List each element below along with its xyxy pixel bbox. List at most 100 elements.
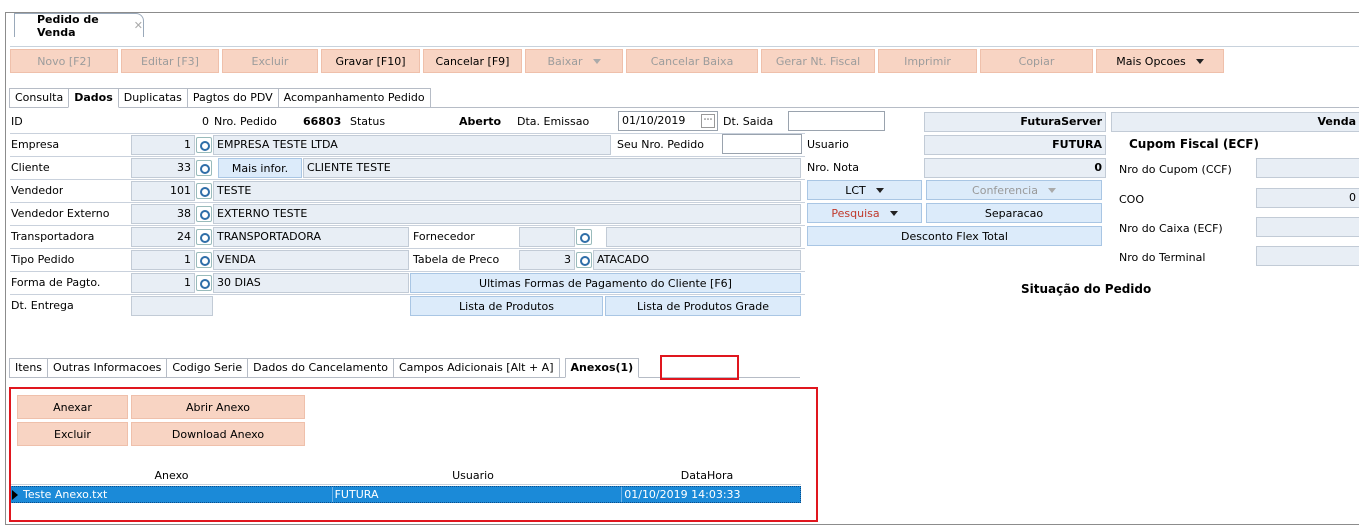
mais-opcoes-button[interactable]: Mais Opcoes	[1096, 49, 1224, 73]
window-frame: Pedido de Venda ✕ Novo [F2] Editar [F3] …	[5, 12, 1359, 525]
pesquisa-label: Pesquisa	[831, 206, 880, 220]
search-icon[interactable]	[196, 229, 212, 245]
lct-label: LCT	[845, 183, 866, 197]
status-value: Aberto	[459, 115, 502, 128]
vendedor-externo-label: Vendedor Externo	[11, 207, 110, 220]
tipo-pedido-label: Tipo Pedido	[11, 253, 75, 266]
search-icon[interactable]	[576, 252, 592, 268]
tab-dados-cancelamento[interactable]: Dados do Cancelamento	[247, 358, 394, 378]
tab-campos-adicionais[interactable]: Campos Adicionais [Alt + A]	[393, 358, 560, 378]
tab-anexos[interactable]: Anexos(1)	[564, 358, 640, 378]
imprimir-button[interactable]: Imprimir	[878, 49, 977, 73]
tabela-preco-code[interactable]: 3	[519, 250, 575, 270]
close-icon[interactable]: ✕	[134, 19, 143, 32]
nro-terminal-label: Nro do Terminal	[1119, 251, 1206, 264]
pesquisa-button[interactable]: Pesquisa	[807, 203, 922, 223]
nro-caixa-label: Nro do Caixa (ECF)	[1119, 222, 1223, 235]
forma-pagto-code[interactable]: 1	[131, 273, 195, 293]
cancelar-button[interactable]: Cancelar [F9]	[423, 49, 522, 73]
dt-entrega-field[interactable]	[131, 296, 213, 316]
dta-emissao-label: Dta. Emissao	[517, 115, 590, 128]
anexos-panel-highlight	[9, 387, 818, 522]
row-divider	[10, 225, 805, 226]
tab-duplicatas[interactable]: Duplicatas	[117, 88, 188, 108]
row-divider	[10, 156, 805, 157]
separacao-button[interactable]: Separacao	[926, 203, 1102, 223]
search-icon[interactable]	[196, 275, 212, 291]
fornecedor-code[interactable]	[519, 227, 575, 247]
cancelar-baixa-button[interactable]: Cancelar Baixa	[626, 49, 758, 73]
calendar-icon[interactable]: ⋯	[701, 114, 715, 128]
tab-codigo-serie[interactable]: Codigo Serie	[166, 358, 249, 378]
dta-emissao-field[interactable]: 01/10/2019 ⋯	[618, 111, 718, 131]
copiar-button[interactable]: Copiar	[980, 49, 1093, 73]
document-tab[interactable]: Pedido de Venda ✕	[14, 12, 144, 39]
cliente-name: CLIENTE TESTE	[303, 158, 801, 178]
excluir-button[interactable]: Excluir	[222, 49, 318, 73]
coo-label: COO	[1119, 193, 1144, 206]
tab-pagtos-pdv[interactable]: Pagtos do PDV	[186, 88, 279, 108]
fornecedor-name	[606, 227, 801, 247]
tipo-pedido-code[interactable]: 1	[131, 250, 195, 270]
lct-button[interactable]: LCT	[807, 180, 922, 200]
main-tabs: Consulta Dados Duplicatas Pagtos do PDV …	[9, 88, 431, 108]
tab-itens[interactable]: Itens	[9, 358, 49, 378]
seu-nro-pedido-label: Seu Nro. Pedido	[617, 138, 705, 151]
dt-entrega-label: Dt. Entrega	[11, 299, 74, 312]
nro-pedido-value: 66803	[303, 115, 342, 128]
tab-dados[interactable]: Dados	[68, 88, 119, 108]
tabela-preco-label: Tabela de Preco	[413, 253, 500, 266]
search-icon[interactable]	[196, 160, 212, 176]
tipo-pedido-name: VENDA	[213, 250, 409, 270]
row-divider	[10, 294, 805, 295]
anexos-tab-highlight	[660, 355, 739, 380]
search-icon[interactable]	[196, 137, 212, 153]
search-icon[interactable]	[196, 183, 212, 199]
empresa-label: Empresa	[11, 138, 60, 151]
dt-saida-field[interactable]	[788, 111, 885, 131]
fornecedor-label: Fornecedor	[413, 230, 475, 243]
cliente-code[interactable]: 33	[131, 158, 195, 178]
seu-nro-pedido-field[interactable]	[722, 134, 802, 154]
baixar-button[interactable]: Baixar	[525, 49, 623, 73]
conferencia-button[interactable]: Conferencia	[926, 180, 1102, 200]
nro-terminal-value	[1256, 246, 1359, 266]
situacao-title: Situação do Pedido	[1021, 282, 1152, 296]
toolbar: Novo [F2] Editar [F3] Excluir Gravar [F1…	[10, 46, 1359, 74]
vendedor-label: Vendedor	[11, 184, 64, 197]
chevron-down-icon	[1195, 58, 1204, 64]
mais-infor-button[interactable]: Mais infor.	[218, 158, 302, 178]
transportadora-code[interactable]: 24	[131, 227, 195, 247]
lista-produtos-button[interactable]: Lista de Produtos	[410, 296, 603, 316]
tab-outras-informacoes[interactable]: Outras Informacoes	[47, 358, 168, 378]
tab-consulta[interactable]: Consulta	[9, 88, 70, 108]
editar-button[interactable]: Editar [F3]	[121, 49, 219, 73]
search-icon[interactable]	[576, 229, 592, 245]
conferencia-label: Conferencia	[972, 183, 1038, 197]
novo-button[interactable]: Novo [F2]	[10, 49, 118, 73]
order-type: Venda	[1111, 112, 1359, 132]
id-label: ID	[11, 115, 23, 128]
desconto-flex-button[interactable]: Desconto Flex Total	[807, 226, 1102, 246]
search-icon[interactable]	[196, 206, 212, 222]
empresa-code[interactable]: 1	[131, 135, 195, 155]
cupom-title: Cupom Fiscal (ECF)	[1129, 137, 1259, 151]
search-icon[interactable]	[196, 252, 212, 268]
nro-nota-label: Nro. Nota	[807, 161, 860, 174]
lista-produtos-grade-button[interactable]: Lista de Produtos Grade	[605, 296, 801, 316]
nro-nota-value: 0	[924, 158, 1106, 178]
chevron-down-icon	[1047, 187, 1056, 193]
row-divider	[10, 248, 805, 249]
ultimas-formas-button[interactable]: Ultimas Formas de Pagamento do Cliente […	[410, 273, 801, 293]
vendedor-code[interactable]: 101	[131, 181, 195, 201]
usuario-label: Usuario	[807, 138, 849, 151]
vendedor-externo-code[interactable]: 38	[131, 204, 195, 224]
chevron-down-icon	[592, 58, 601, 64]
nro-pedido-label: Nro. Pedido	[214, 115, 277, 128]
row-divider	[10, 133, 805, 134]
document-tab-title: Pedido de Venda	[37, 12, 99, 39]
gravar-button[interactable]: Gravar [F10]	[321, 49, 420, 73]
row-divider	[10, 179, 805, 180]
tab-acompanhamento[interactable]: Acompanhamento Pedido	[277, 88, 431, 108]
gerar-nt-fiscal-button[interactable]: Gerar Nt. Fiscal	[761, 49, 875, 73]
